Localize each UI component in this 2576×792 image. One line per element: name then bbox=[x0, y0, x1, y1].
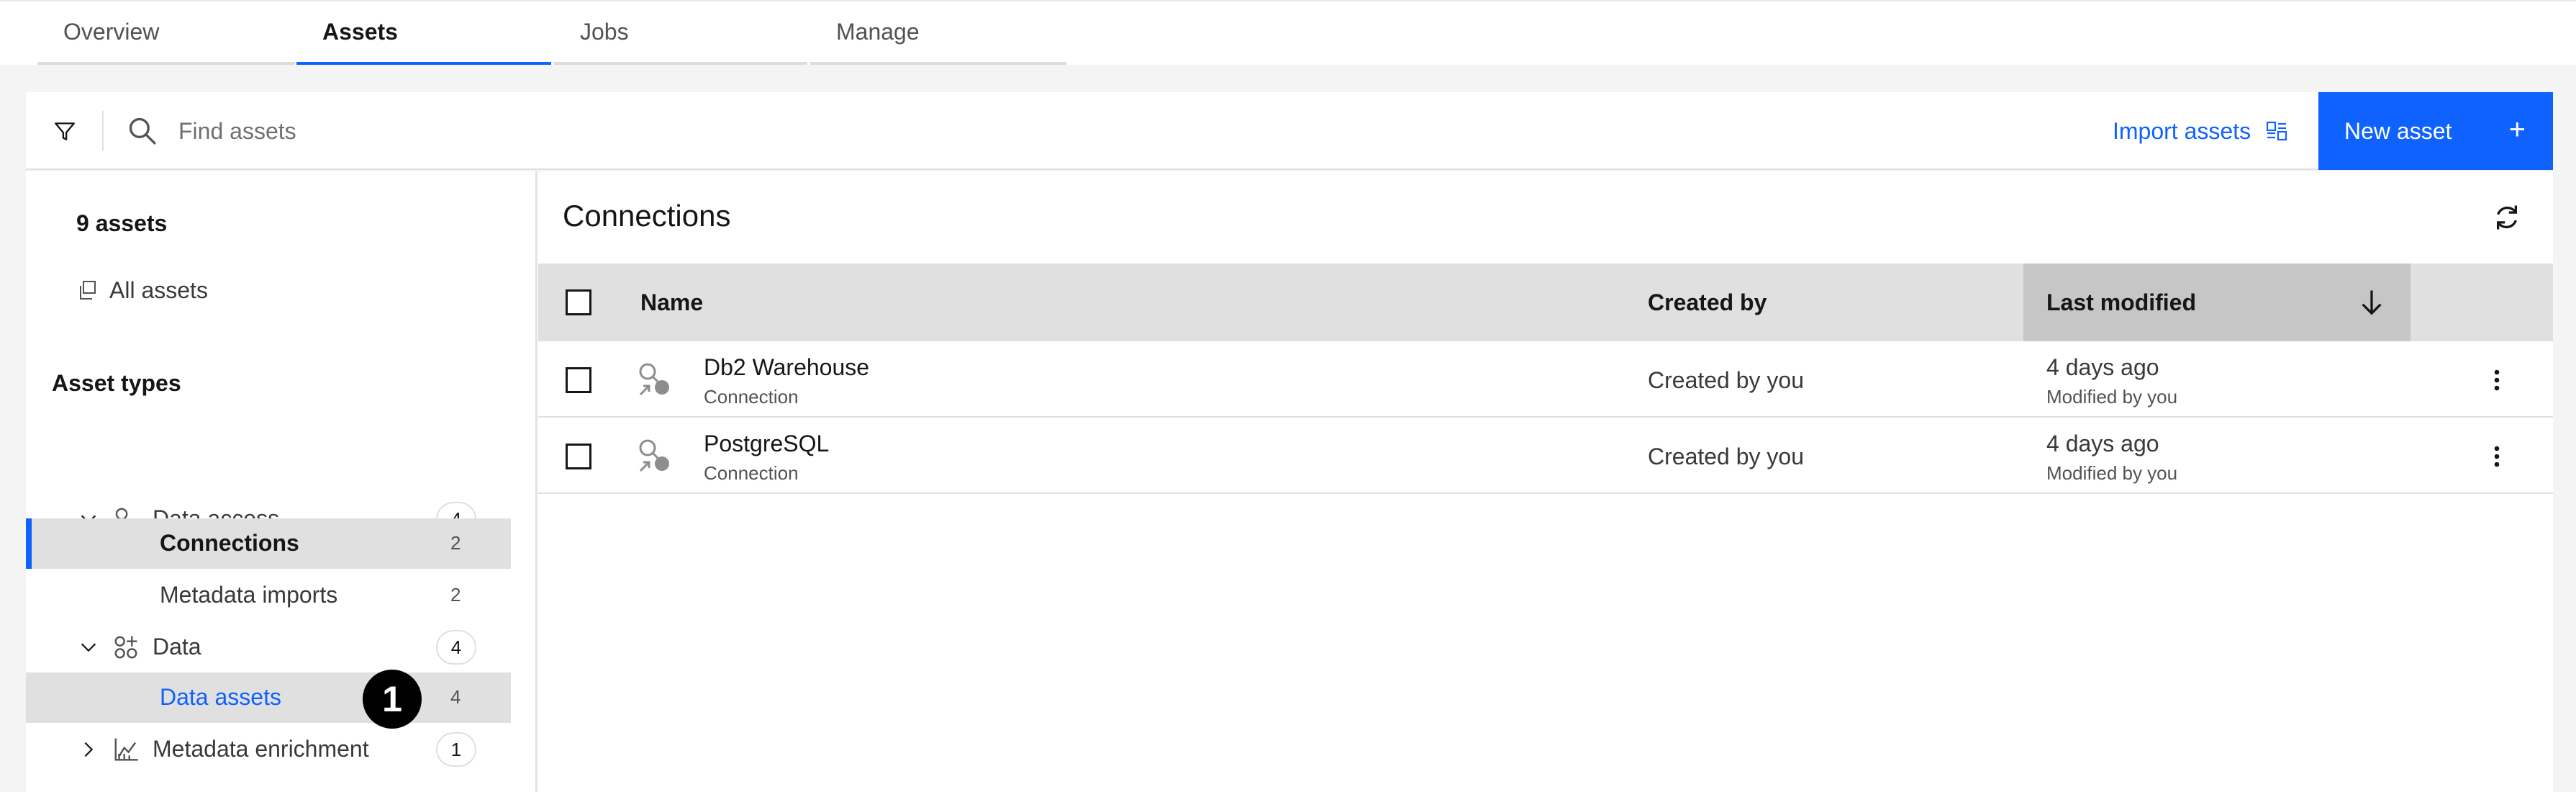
tree-item-data-assets[interactable]: Data assets 4 bbox=[26, 672, 511, 723]
overflow-menu-icon[interactable] bbox=[2481, 364, 2513, 396]
tree-item-label: Metadata enrichment bbox=[153, 736, 369, 762]
row-modified-by: Modified by you bbox=[2046, 462, 2178, 484]
column-header-created-by[interactable]: Created by bbox=[1648, 289, 1767, 316]
filter-button[interactable] bbox=[26, 92, 104, 170]
select-all-checkbox[interactable] bbox=[566, 289, 591, 315]
row-type: Connection bbox=[704, 462, 799, 484]
new-asset-label: New asset bbox=[2344, 117, 2452, 144]
count-badge: 1 bbox=[436, 732, 476, 767]
tree-item-connections[interactable]: Connections 2 bbox=[26, 518, 511, 569]
tab-assets[interactable]: Assets bbox=[296, 1, 551, 65]
tab-manage[interactable]: Manage bbox=[810, 1, 1066, 65]
table-row[interactable]: Db2 Warehouse Connection Created by you … bbox=[538, 341, 2553, 418]
asset-count: 9 assets bbox=[76, 210, 168, 236]
new-asset-button[interactable]: New asset + bbox=[2318, 92, 2553, 170]
tab-bar: Overview Assets Jobs Manage bbox=[0, 0, 2576, 65]
column-header-last-modified[interactable]: Last modified bbox=[2046, 289, 2196, 316]
tab-jobs[interactable]: Jobs bbox=[554, 1, 807, 65]
chevron-right-icon[interactable] bbox=[78, 739, 99, 760]
tree-item-label: Connections bbox=[160, 530, 299, 556]
plus-icon: + bbox=[2508, 114, 2526, 145]
search-input[interactable] bbox=[178, 105, 1905, 157]
enrichment-chart-icon bbox=[114, 738, 138, 761]
count-label: 2 bbox=[450, 584, 461, 606]
chevron-down-icon[interactable] bbox=[78, 636, 99, 658]
table-row[interactable]: PostgreSQL Connection Created by you 4 d… bbox=[538, 418, 2553, 494]
connection-icon bbox=[639, 363, 669, 396]
all-assets-link[interactable]: All assets bbox=[76, 272, 208, 308]
row-name-link[interactable]: PostgreSQL bbox=[704, 431, 829, 457]
asset-toolbar: Import assets New asset + bbox=[26, 92, 2553, 170]
tree-item-label: Data bbox=[153, 634, 201, 660]
count-label: 4 bbox=[450, 686, 461, 708]
import-assets-label: Import assets bbox=[2113, 117, 2251, 144]
row-modified-by: Modified by you bbox=[2046, 386, 2178, 408]
arrow-down-icon[interactable] bbox=[2356, 287, 2387, 318]
row-checkbox[interactable] bbox=[566, 367, 591, 393]
connections-panel: Connections Name Created by Last modifie… bbox=[538, 171, 2553, 792]
data-icon bbox=[114, 636, 137, 659]
row-created-by: Created by you bbox=[1648, 444, 1805, 469]
count-label: 2 bbox=[450, 532, 461, 554]
all-assets-label: All assets bbox=[109, 276, 208, 303]
connection-icon bbox=[639, 439, 669, 472]
import-icon bbox=[2266, 121, 2287, 141]
row-type: Connection bbox=[704, 386, 799, 408]
copy-icon bbox=[80, 281, 96, 300]
tree-item-metadata-enrichment[interactable]: Metadata enrichment 1 bbox=[26, 724, 511, 775]
asset-types-heading: Asset types bbox=[52, 370, 181, 396]
row-created-by: Created by you bbox=[1648, 367, 1805, 393]
column-header-name[interactable]: Name bbox=[640, 289, 703, 316]
row-checkbox[interactable] bbox=[566, 444, 591, 469]
search-icon bbox=[129, 117, 157, 145]
page-title: Connections bbox=[563, 199, 731, 233]
step-callout-badge: 1 bbox=[363, 670, 422, 729]
overflow-menu-icon[interactable] bbox=[2481, 441, 2513, 472]
tree-item-data[interactable]: Data 4 bbox=[26, 622, 511, 672]
tree-item-metadata-imports[interactable]: Metadata imports 2 bbox=[26, 570, 511, 621]
row-last-modified: 4 days ago bbox=[2046, 431, 2159, 456]
count-badge: 4 bbox=[436, 630, 476, 665]
tree-item-label: Data assets bbox=[160, 684, 281, 710]
row-name-link[interactable]: Db2 Warehouse bbox=[704, 354, 869, 381]
import-assets-button[interactable]: Import assets bbox=[2113, 92, 2343, 170]
table-header: Name Created by Last modified bbox=[538, 264, 2553, 341]
tab-overview[interactable]: Overview bbox=[37, 1, 295, 65]
toolbar-divider bbox=[102, 111, 104, 151]
refresh-icon[interactable] bbox=[2491, 202, 2523, 233]
tree-item-label: Metadata imports bbox=[160, 582, 338, 608]
asset-sidebar: 9 assets All assets Asset types Data acc… bbox=[26, 171, 537, 792]
filter-icon bbox=[55, 122, 75, 140]
row-last-modified: 4 days ago bbox=[2046, 354, 2159, 380]
